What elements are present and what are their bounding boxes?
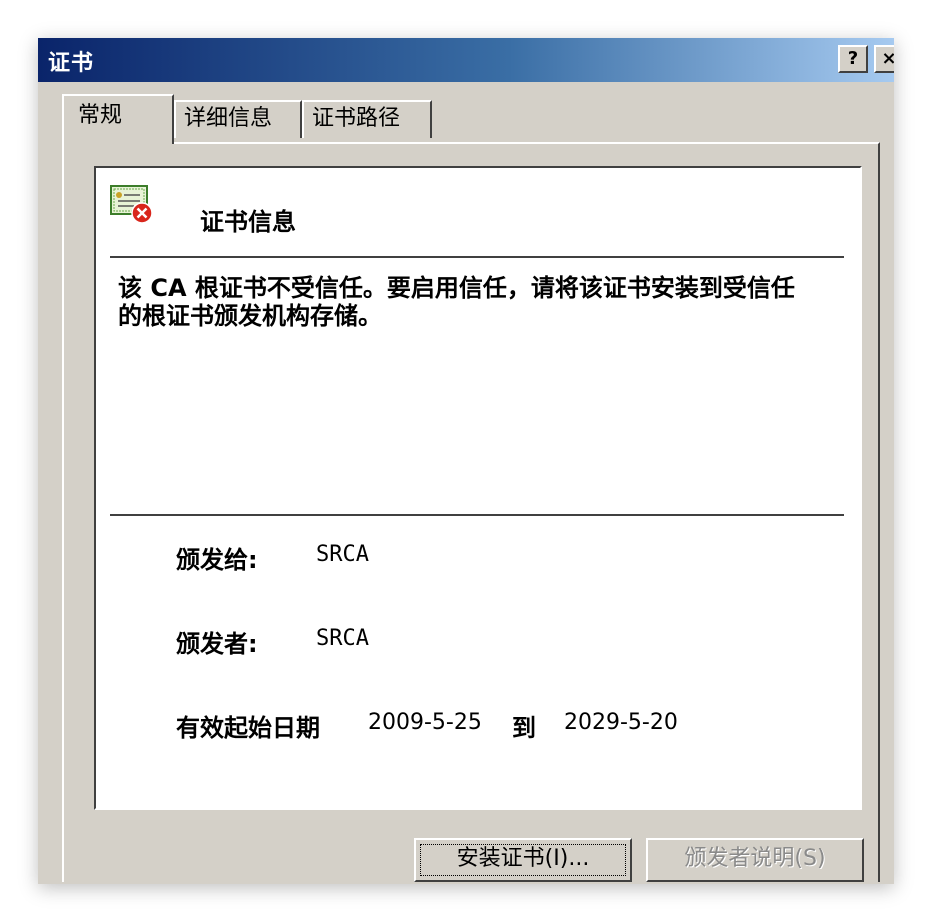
valid-from-date: 2009-5-25 [368, 710, 482, 735]
divider [110, 256, 844, 258]
focus-ring [420, 844, 626, 876]
issued-by-value: SRCA [316, 626, 369, 651]
close-button[interactable]: × [874, 45, 894, 73]
valid-to-label: 到 [512, 714, 536, 742]
tab-details[interactable]: 详细信息 [174, 100, 302, 138]
issued-to-label: 颁发给: [176, 546, 258, 574]
install-certificate-button[interactable]: 安装证书(I)... [414, 838, 632, 882]
trust-warning-text: 该 CA 根证书不受信任。要启用信任，请将该证书安装到受信任的根证书颁发机构存储… [118, 274, 795, 330]
valid-from-label: 有效起始日期 [176, 714, 320, 742]
title-bar[interactable]: 证书 ? × [38, 38, 894, 82]
tab-certification-path[interactable]: 证书路径 [302, 100, 432, 138]
certificate-info-heading: 证书信息 [200, 208, 296, 236]
issued-to-value: SRCA [316, 542, 369, 567]
valid-to-date: 2029-5-20 [564, 710, 678, 735]
help-button[interactable]: ? [838, 45, 868, 73]
divider [110, 514, 844, 516]
tab-general[interactable]: 常规 [62, 94, 174, 144]
certificate-info-box: 证书信息 该 CA 根证书不受信任。要启用信任，请将该证书安装到受信任的根证书颁… [94, 166, 862, 810]
certificate-error-icon [110, 185, 153, 224]
window-title: 证书 [48, 51, 95, 76]
issued-by-label: 颁发者: [176, 630, 258, 658]
issuer-statement-button[interactable]: 颁发者说明(S) [646, 838, 864, 882]
certificate-dialog: 证书 ? × 常规 详细信息 证书路径 证书信息 该 CA 根证书不受信任。要启… [38, 38, 894, 884]
